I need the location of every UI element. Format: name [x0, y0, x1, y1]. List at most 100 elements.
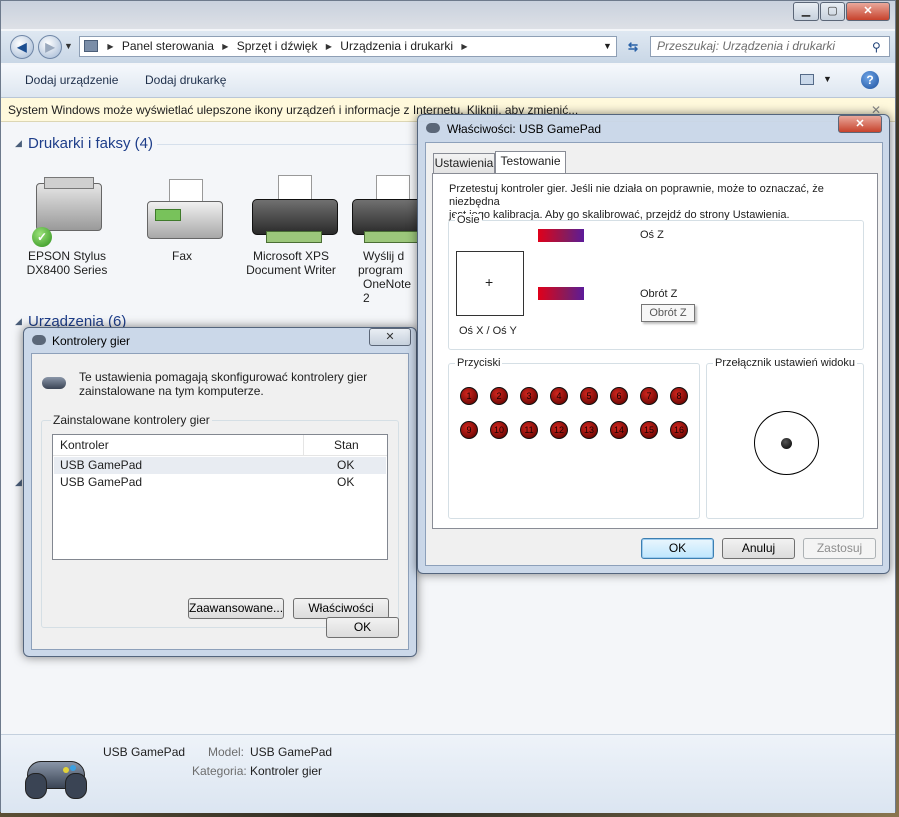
- minimize-button[interactable]: ▁: [793, 2, 819, 21]
- table-row[interactable]: USB GamePad OK: [54, 457, 386, 474]
- table-row[interactable]: USB GamePad OK: [54, 474, 386, 491]
- group-label: Przełącznik ustawień widoku: [713, 357, 858, 369]
- device-xps-writer[interactable]: Microsoft XPS Document Writer: [241, 173, 341, 277]
- row-controller-name: USB GamePad: [60, 475, 143, 489]
- maximize-button[interactable]: ▢: [820, 2, 845, 21]
- collapse-group-icon[interactable]: ◢: [15, 316, 22, 327]
- device-onenote[interactable]: Wyślij d program OneNote 2: [346, 173, 418, 305]
- search-icon[interactable]: ⚲: [872, 40, 881, 54]
- details-pane: USB GamePad Model: USB GamePad Kategoria…: [1, 734, 895, 813]
- gamepad-button-3: 3: [520, 387, 538, 405]
- breadcrumb-hardware-sound[interactable]: Sprzęt i dźwięk: [234, 37, 321, 56]
- close-button[interactable]: ✕: [846, 2, 890, 21]
- apply-button[interactable]: Zastosuj: [803, 538, 876, 559]
- gamepad-icon: [426, 123, 440, 133]
- pov-circle: [754, 411, 819, 475]
- breadcrumb-devices-printers[interactable]: Urządzenia i drukarki: [337, 37, 456, 56]
- printer-icon: ✓: [24, 173, 110, 247]
- category-label: Kategoria:: [192, 764, 247, 778]
- cancel-button[interactable]: Anuluj: [722, 538, 795, 559]
- gamepad-button-14: 14: [610, 421, 628, 439]
- gamepad-button-8: 8: [670, 387, 688, 405]
- controllers-list[interactable]: Kontroler Stan USB GamePad OK USB GamePa…: [52, 434, 388, 560]
- chevron-right-icon[interactable]: ▶: [459, 37, 469, 56]
- z-rotation-label: Obrót Z: [640, 288, 678, 300]
- dialog-title: Właściwości: USB GamePad: [447, 122, 602, 136]
- collapse-group-icon[interactable]: ◢: [15, 477, 22, 488]
- properties-button[interactable]: Właściwości: [293, 598, 389, 619]
- gamepad-button-10: 10: [490, 421, 508, 439]
- device-label-line1: Microsoft XPS: [252, 249, 330, 263]
- chevron-right-icon[interactable]: ▶: [324, 37, 334, 56]
- advanced-button[interactable]: Zaawansowane...: [188, 598, 284, 619]
- printer-icon: [248, 173, 338, 245]
- installed-controllers-group: Zainstalowane kontrolery gier Kontroler …: [41, 413, 399, 628]
- chevron-right-icon[interactable]: ▶: [220, 37, 230, 56]
- default-check-icon: ✓: [32, 227, 52, 247]
- group-label: Osie: [455, 214, 482, 226]
- tab-testing[interactable]: Testowanie: [495, 151, 566, 173]
- crosshair-icon: +: [485, 274, 494, 290]
- dialog-body: Te ustawienia pomagają skonfigurować kon…: [31, 353, 409, 650]
- printer-icon: [346, 173, 418, 245]
- axes-group: Osie + Oś X / Oś Y Oś Z Obrót Z Obrót Z: [448, 214, 864, 350]
- collapse-group-icon[interactable]: ◢: [15, 138, 22, 149]
- breadcrumb-control-panel[interactable]: Panel sterowania: [119, 37, 217, 56]
- tab-settings[interactable]: Ustawienia: [433, 153, 495, 173]
- gamepad-button-1: 1: [460, 387, 478, 405]
- address-field[interactable]: ▶ Panel sterowania ▶ Sprzęt i dźwięk ▶ U…: [79, 36, 617, 57]
- close-button[interactable]: ✕: [838, 115, 882, 133]
- group-label: Zainstalowane kontrolery gier: [51, 413, 212, 427]
- ok-button[interactable]: OK: [641, 538, 714, 559]
- ok-button[interactable]: OK: [326, 617, 399, 638]
- search-input[interactable]: Przeszukaj: Urządzenia i drukarki: [650, 36, 890, 57]
- back-arrow-icon[interactable]: ◀: [10, 35, 34, 59]
- forward-arrow-icon[interactable]: ▶: [38, 35, 62, 59]
- column-header-controller[interactable]: Kontroler: [60, 438, 109, 452]
- close-button[interactable]: ✕: [369, 328, 411, 346]
- gamepad-button-16: 16: [670, 421, 688, 439]
- device-epson[interactable]: ✓ EPSON Stylus DX8400 Series: [17, 173, 117, 277]
- view-options-icon[interactable]: [800, 74, 814, 85]
- gamepad-button-11: 11: [520, 421, 538, 439]
- xy-axis-box: +: [456, 251, 524, 316]
- refresh-icon[interactable]: ⇆: [623, 37, 643, 57]
- gamepad-icon: [42, 374, 66, 392]
- explorer-titlebar: ▁ ▢ ✕: [1, 1, 895, 29]
- tab-panel-testing: Przetestuj kontroler gier. Jeśli nie dzi…: [432, 173, 878, 529]
- column-header-status[interactable]: Stan: [334, 438, 359, 452]
- device-label-line2: DX8400 Series: [26, 263, 108, 277]
- control-panel-icon: [84, 40, 98, 52]
- row-controller-name: USB GamePad: [60, 458, 143, 472]
- device-name: USB GamePad: [103, 745, 186, 759]
- printers-group-header[interactable]: Drukarki i faksy (4): [28, 135, 153, 152]
- z-axis-label: Oś Z: [640, 229, 664, 241]
- gamepad-button-4: 4: [550, 387, 568, 405]
- gamepad-button-9: 9: [460, 421, 478, 439]
- device-label-line1: EPSON Stylus: [27, 249, 107, 263]
- device-label-line1: Wyślij d: [363, 249, 405, 263]
- gamepad-button-2: 2: [490, 387, 508, 405]
- address-dropdown-icon[interactable]: ▼: [603, 37, 612, 56]
- add-device-button[interactable]: Dodaj urządzenie: [25, 73, 118, 87]
- gamepad-button-7: 7: [640, 387, 658, 405]
- dialog-title: Kontrolery gier: [52, 334, 131, 348]
- history-dropdown-icon[interactable]: ▼: [64, 41, 73, 51]
- address-bar-area: ◀ ▶ ▼ ▶ Panel sterowania ▶ Sprzęt i dźwi…: [1, 31, 895, 63]
- gamepad-icon: [23, 751, 87, 799]
- help-icon[interactable]: ?: [861, 71, 879, 89]
- gamepad-icon: [32, 335, 46, 345]
- z-rotation-bar: [538, 287, 584, 300]
- gamepad-button-13: 13: [580, 421, 598, 439]
- category-value: Kontroler gier: [250, 764, 323, 778]
- device-fax[interactable]: Fax: [132, 173, 232, 263]
- add-printer-button[interactable]: Dodaj drukarkę: [145, 73, 226, 87]
- z-axis-bar: [538, 229, 584, 242]
- gamepad-button-15: 15: [640, 421, 658, 439]
- view-dropdown-icon[interactable]: ▼: [823, 74, 832, 84]
- pov-indicator: [781, 438, 792, 449]
- instructions: Przetestuj kontroler gier. Jeśli nie dzi…: [449, 183, 877, 222]
- dialog-description: Te ustawienia pomagają skonfigurować kon…: [79, 370, 367, 398]
- list-header: Kontroler Stan: [53, 435, 387, 456]
- group-label: Przyciski: [455, 357, 503, 369]
